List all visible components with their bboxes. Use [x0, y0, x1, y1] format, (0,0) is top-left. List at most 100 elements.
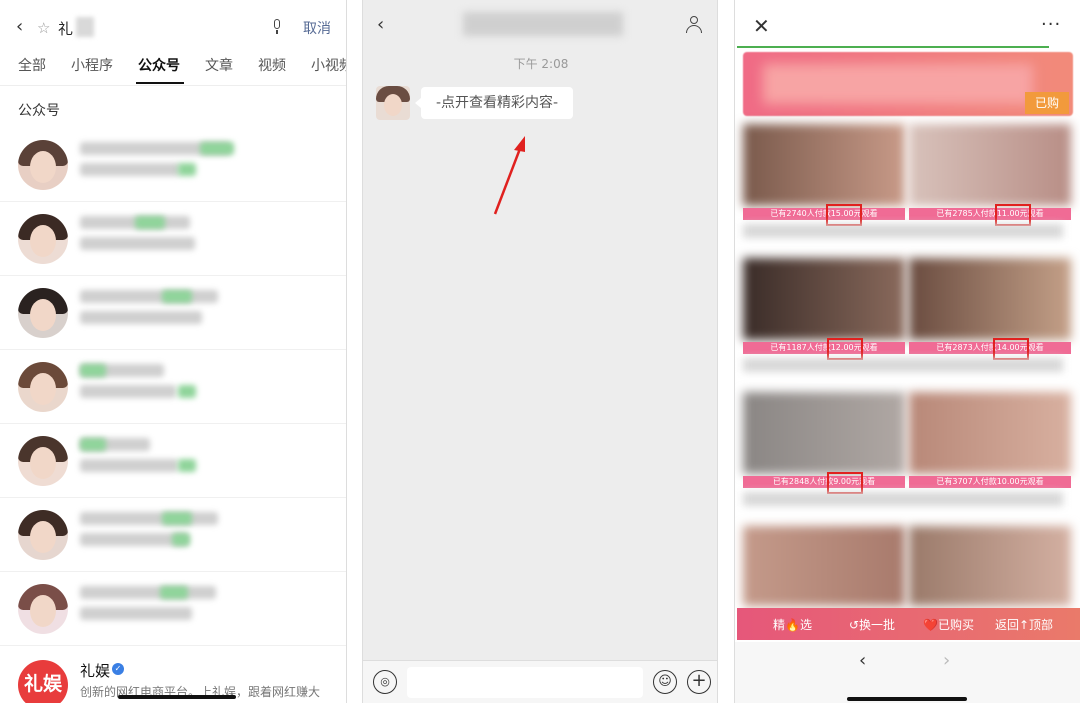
verified-icon: ✓ [112, 663, 124, 675]
pay-label: 已有2848人付款9.00元观看 [743, 476, 905, 488]
tab-short-videos[interactable]: 小视频 [311, 55, 346, 75]
pay-label: 已有2740人付款15.00元观看 [743, 208, 905, 220]
avatar [18, 584, 68, 634]
blurred-caption [743, 224, 1063, 238]
wechat-search-panel: ‹ ☆ 礼 取消 全部 小程序 公众号 文章 视频 小视频 公众号 [0, 0, 347, 703]
price-highlight-box [827, 472, 863, 494]
blurred-highlight [80, 438, 106, 451]
avatar [18, 510, 68, 560]
blurred-highlight [178, 163, 196, 176]
banner[interactable] [743, 52, 1073, 116]
paid-content-page: ✕ ··· 已购 已有2740人付款15.00元观看 已有2785人付款11.0… [734, 0, 1080, 703]
plus-icon[interactable]: + [687, 670, 711, 694]
tab-articles[interactable]: 文章 [205, 55, 233, 75]
home-indicator[interactable] [118, 695, 236, 699]
red-arrow-annotation [493, 136, 525, 215]
page-load-progress [737, 46, 1049, 48]
search-query[interactable]: 礼 [58, 18, 73, 39]
close-icon[interactable]: ✕ [753, 16, 770, 36]
account-result-row[interactable] [0, 424, 346, 498]
search-bar[interactable]: ‹ ☆ 礼 取消 [0, 10, 346, 44]
blurred-chat-title [463, 12, 623, 36]
account-name[interactable]: 礼娱 [80, 660, 110, 681]
brand-logo[interactable]: 礼娱 [18, 660, 68, 703]
video-row: 已有2740人付款15.00元观看 已有2785人付款11.00元观看 [743, 124, 1073, 238]
blurred-description [80, 311, 202, 324]
tab-mini-programs[interactable]: 小程序 [71, 55, 113, 75]
blurred-query-text [76, 17, 94, 37]
video-thumbnail[interactable] [909, 526, 1071, 606]
avatar [18, 288, 68, 338]
cancel-button[interactable]: 取消 [303, 18, 331, 38]
chat-input-bar: ◎ ☺ + [363, 660, 717, 703]
next-page-icon[interactable]: › [943, 650, 950, 671]
video-row [743, 526, 1073, 606]
blurred-highlight [162, 290, 192, 303]
account-result-row[interactable] [0, 572, 346, 646]
avatar [18, 214, 68, 264]
chat-header: ‹ [363, 0, 717, 46]
video-thumbnail[interactable] [909, 124, 1071, 206]
price-highlight-box [827, 338, 863, 360]
video-row: 已有1187人付款12.00元观看 已有2873人付款14.00元观看 [743, 258, 1073, 372]
account-result-row[interactable] [0, 498, 346, 572]
blurred-name [80, 290, 218, 303]
blurred-highlight [172, 533, 190, 546]
prev-page-icon[interactable]: ‹ [859, 650, 866, 671]
emoji-icon[interactable]: ☺ [653, 670, 677, 694]
price-highlight-box [826, 204, 862, 226]
video-thumbnail[interactable] [743, 124, 905, 206]
blurred-description [80, 607, 192, 620]
blurred-highlight [80, 364, 106, 377]
video-row: 已有2848人付款9.00元观看 已有3707人付款10.00元观看 [743, 392, 1073, 506]
account-result-row[interactable] [0, 276, 346, 350]
blurred-highlight [162, 512, 192, 525]
price-highlight-box [993, 338, 1029, 360]
tab-all[interactable]: 全部 [18, 55, 46, 75]
active-tab-indicator [136, 82, 184, 84]
microphone-icon[interactable] [272, 19, 282, 35]
nav-purchased[interactable]: ❤️已购买 [923, 616, 974, 633]
blurred-highlight [135, 216, 165, 229]
video-thumbnail[interactable] [743, 258, 905, 340]
video-thumbnail[interactable] [909, 258, 1071, 340]
video-thumbnail[interactable] [743, 526, 905, 606]
message-timestamp: 下午 2:08 [513, 57, 569, 71]
blurred-description [80, 237, 195, 250]
profile-icon[interactable] [685, 16, 703, 34]
blurred-name [80, 586, 216, 599]
nav-refresh-batch[interactable]: ↺换一批 [849, 616, 895, 633]
pay-label: 已有3707人付款10.00元观看 [909, 476, 1071, 488]
blurred-highlight [200, 142, 234, 155]
video-thumbnail[interactable] [909, 392, 1071, 474]
bottom-nav: 精🔥选 ↺换一批 ❤️已购买 返回↑顶部 [737, 608, 1080, 640]
blurred-highlight [178, 459, 196, 472]
blurred-description [80, 459, 178, 472]
pay-label: 已有2785人付款11.00元观看 [909, 208, 1071, 220]
more-icon[interactable]: ··· [1041, 14, 1061, 35]
avatar [18, 436, 68, 486]
account-result-row[interactable] [0, 350, 346, 424]
avatar [18, 140, 68, 190]
nav-back-to-top[interactable]: 返回↑顶部 [995, 616, 1053, 633]
sender-avatar[interactable] [376, 86, 410, 120]
voice-icon[interactable]: ◎ [373, 670, 397, 694]
message-input[interactable] [407, 667, 643, 698]
account-result-row[interactable] [0, 202, 346, 276]
blurred-highlight [178, 385, 196, 398]
back-icon[interactable]: ‹ [16, 18, 23, 36]
search-tabs: 全部 小程序 公众号 文章 视频 小视频 [0, 52, 346, 86]
blurred-caption [743, 358, 1063, 372]
message-bubble[interactable]: -点开查看精彩内容- [415, 87, 573, 119]
video-thumbnail[interactable] [743, 392, 905, 474]
back-icon[interactable]: ‹ [377, 14, 384, 35]
tab-official-accounts[interactable]: 公众号 [138, 55, 180, 75]
account-result-row[interactable] [0, 128, 346, 202]
avatar [18, 362, 68, 412]
nav-featured[interactable]: 精🔥选 [773, 616, 812, 633]
bought-tag[interactable]: 已购 [1025, 92, 1069, 114]
blurred-description [80, 163, 180, 176]
browser-toolbar: ‹ › [735, 642, 1080, 703]
home-indicator[interactable] [847, 697, 967, 701]
tab-videos[interactable]: 视频 [258, 55, 286, 75]
